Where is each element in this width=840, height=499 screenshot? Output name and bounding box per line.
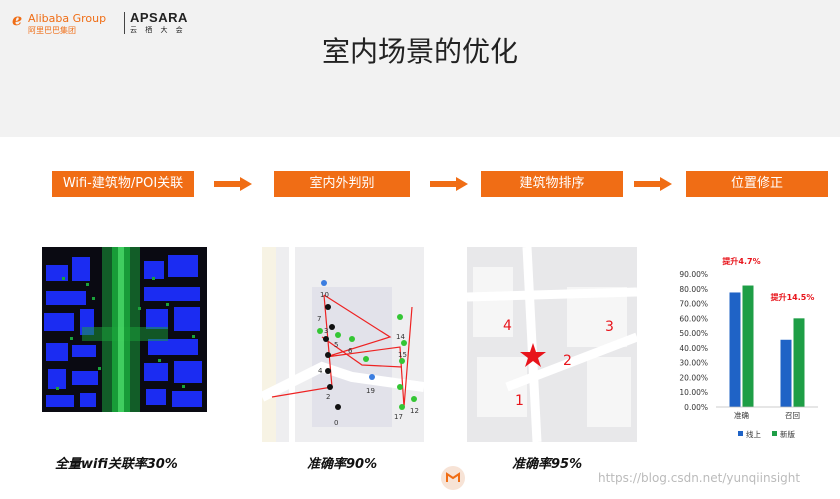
svg-text:10: 10 (320, 291, 329, 299)
header-band: ℯ Alibaba Group 阿里巴巴集团 APSARA 云 栖 大 会 室内… (0, 0, 840, 137)
indoor-outdoor-map-image: 10 7 3 5 6 4 2 0 19 17 12 14 15 (262, 247, 424, 442)
step-wifi-poi: Wifi-建筑物/POI关联 (52, 171, 194, 197)
svg-text:1: 1 (515, 393, 524, 409)
y-tick-label: 60.00% (679, 314, 708, 323)
y-tick-label: 0.00% (684, 403, 708, 412)
arrow-right-icon (634, 177, 672, 191)
slide-title: 室内场景的优化 (321, 35, 518, 68)
svg-text:15: 15 (398, 351, 407, 359)
caption-wifi-association: 全量wifi关联率30% (55, 457, 178, 472)
x-category-label: 召回 (785, 411, 800, 420)
svg-text:6: 6 (348, 347, 353, 355)
y-tick-label: 70.00% (679, 300, 708, 309)
svg-text:2: 2 (326, 393, 330, 401)
y-tick-label: 80.00% (679, 285, 708, 294)
svg-text:3: 3 (605, 319, 614, 335)
y-tick-label: 90.00% (679, 270, 708, 279)
improvement-bar-chart: 0.00% 10.00% 20.00% 30.00% 40.00% 50.00% 60.00… (679, 256, 818, 439)
bar-online (780, 339, 792, 407)
svg-text:3: 3 (324, 327, 328, 335)
caption-ranking-accuracy: 准确率95% (512, 457, 583, 472)
arrow-right-icon (214, 177, 252, 191)
step-indoor-outdoor: 室内外判别 (274, 171, 410, 197)
wifi-heatmap-image (42, 247, 207, 412)
svg-text:14: 14 (396, 333, 405, 341)
step-building-ranking: 建筑物排序 (481, 171, 623, 197)
svg-text:4: 4 (318, 367, 323, 375)
caption-indoor-outdoor-accuracy: 准确率90% (307, 457, 378, 472)
svg-text:0: 0 (334, 419, 338, 427)
svg-text:5: 5 (334, 341, 338, 349)
y-tick-label: 30.00% (679, 359, 708, 368)
improvement-annotation: 提升4.7% (722, 256, 760, 266)
y-tick-label: 10.00% (679, 388, 708, 397)
bar-online (729, 292, 741, 407)
legend-swatch (772, 431, 777, 436)
svg-text:12: 12 (410, 407, 419, 415)
y-tick-label: 40.00% (679, 344, 708, 353)
building-ranking-map-image: 4 3 2 1 (467, 247, 637, 442)
watermark-url: https://blog.csdn.net/yunqiinsight (598, 471, 801, 485)
arrow-right-icon (430, 177, 468, 191)
bottom-logo-icon (441, 466, 465, 490)
x-category-label: 准确 (734, 410, 749, 420)
legend-label: 线上 (746, 429, 761, 439)
svg-text:4: 4 (503, 318, 512, 334)
legend-swatch (738, 431, 743, 436)
legend-label: 新版 (780, 429, 795, 439)
svg-text:19: 19 (366, 387, 375, 395)
y-tick-label: 20.00% (679, 373, 708, 382)
alibaba-logo-text: Alibaba Group (28, 12, 107, 25)
svg-text:7: 7 (317, 315, 321, 323)
svg-text:2: 2 (563, 353, 572, 369)
bar-new (793, 318, 805, 407)
apsara-logo-text: APSARA (130, 10, 188, 25)
alibaba-logo-icon: ℯ (12, 10, 23, 29)
y-tick-label: 50.00% (679, 329, 708, 338)
bar-new (742, 285, 754, 407)
improvement-annotation: 提升14.5% (771, 292, 815, 302)
svg-text:17: 17 (394, 413, 403, 421)
step-position-correction: 位置修正 (686, 171, 828, 197)
